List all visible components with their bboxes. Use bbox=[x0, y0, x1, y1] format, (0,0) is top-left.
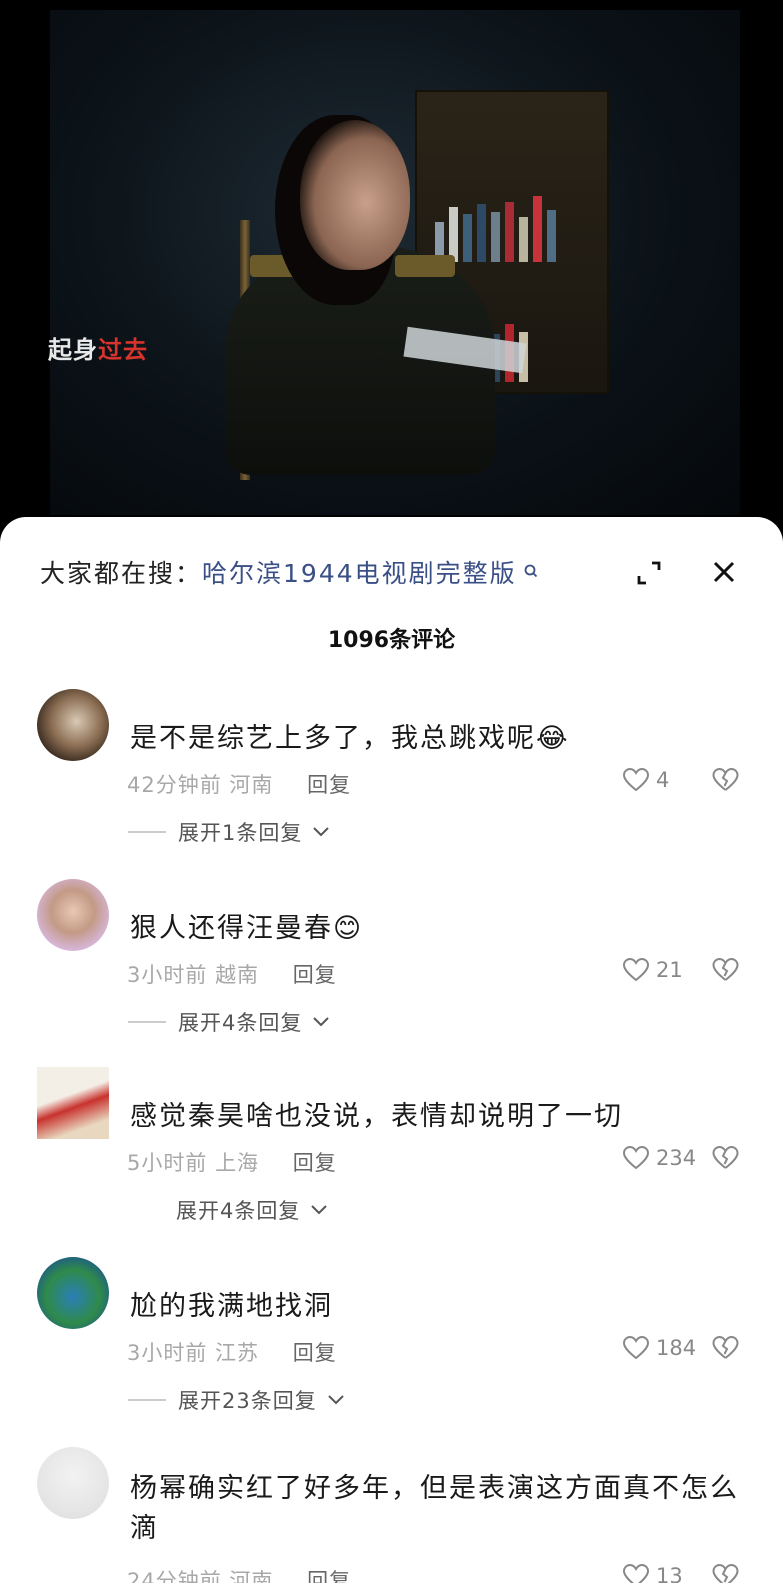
comment-item: 尬的我满地找洞 3小时前 江苏 回复 184 展开23条回复 bbox=[0, 1257, 783, 1437]
comment-text: 狠人还得汪曼春😊 bbox=[130, 913, 364, 944]
comment-meta: 3小时前 越南 回复 bbox=[127, 959, 337, 989]
broken-heart-icon[interactable] bbox=[711, 1145, 740, 1171]
reply-button[interactable]: 回复 bbox=[293, 1151, 337, 1175]
heart-icon bbox=[622, 1145, 650, 1170]
expand-replies-label: 展开1条回复 bbox=[178, 821, 303, 845]
expand-replies-label: 展开23条回复 bbox=[178, 1389, 317, 1413]
heart-icon bbox=[622, 767, 650, 792]
comment-location: 越南 bbox=[215, 963, 260, 987]
divider-line bbox=[128, 1021, 166, 1023]
fullscreen-icon[interactable] bbox=[636, 560, 662, 586]
comment-item: 杨幂确实红了好多年，但是表演这方面真不怎么滴 24分钟前 河南 回复 13 bbox=[0, 1437, 783, 1583]
comment-meta: 42分钟前 河南 回复 bbox=[127, 769, 351, 799]
comment-meta: 3小时前 江苏 回复 bbox=[127, 1337, 337, 1367]
comment-item: 感觉秦昊啥也没说，表情却说明了一切 5小时前 上海 回复 234 展开4条回复 bbox=[0, 1067, 783, 1247]
video-player[interactable]: 起身过去 bbox=[0, 0, 783, 530]
comment-text: 感觉秦昊啥也没说，表情却说明了一切 bbox=[130, 1101, 623, 1132]
comment-location: 河南 bbox=[229, 1569, 274, 1583]
search-prefix: 大家都在搜： bbox=[40, 559, 203, 588]
comment-text: 尬的我满地找洞 bbox=[130, 1291, 333, 1322]
chevron-down-icon bbox=[328, 1395, 344, 1405]
suggested-search[interactable]: 大家都在搜： 哈尔滨1944电视剧完整版 bbox=[40, 554, 539, 590]
search-suggestion-link[interactable]: 哈尔滨1944电视剧完整版 bbox=[202, 554, 517, 590]
video-subtitle: 起身过去 bbox=[48, 330, 148, 365]
comment-item: 狠人还得汪曼春😊 3小时前 越南 回复 21 展开4条回复 bbox=[0, 879, 783, 1059]
like-count: 184 bbox=[656, 1336, 697, 1360]
like-count: 234 bbox=[656, 1146, 697, 1170]
comment-location: 河南 bbox=[229, 773, 274, 797]
comment-time: 3小时前 bbox=[127, 1341, 208, 1365]
avatar[interactable] bbox=[37, 879, 109, 951]
comment-time: 24分钟前 bbox=[127, 1569, 222, 1583]
comment-text: 杨幂确实红了好多年，但是表演这方面真不怎么滴 bbox=[130, 1473, 739, 1544]
comment-item: 是不是综艺上多了，我总跳戏呢😂 42分钟前 河南 回复 4 展开1条回复 bbox=[0, 689, 783, 869]
close-icon[interactable] bbox=[710, 558, 738, 586]
subtitle-part-red: 过去 bbox=[98, 335, 148, 364]
comment-meta: 24分钟前 河南 回复 bbox=[127, 1565, 351, 1583]
avatar[interactable] bbox=[37, 1447, 109, 1519]
comment-sheet: 大家都在搜： 哈尔滨1944电视剧完整版 1096条评论 是不是综艺上多了，我总… bbox=[0, 517, 783, 1583]
expand-replies-button[interactable]: 展开4条回复 bbox=[176, 1195, 328, 1225]
avatar[interactable] bbox=[37, 1067, 109, 1139]
reply-button[interactable]: 回复 bbox=[307, 773, 351, 797]
broken-heart-icon[interactable] bbox=[711, 767, 740, 793]
expand-replies-label: 展开4条回复 bbox=[176, 1199, 301, 1223]
subtitle-part-white: 起身 bbox=[48, 335, 98, 364]
chevron-down-icon bbox=[311, 1205, 328, 1215]
comment-time: 42分钟前 bbox=[127, 773, 222, 797]
comment-text: 是不是综艺上多了，我总跳戏呢😂 bbox=[130, 723, 570, 754]
video-frame bbox=[50, 10, 740, 515]
search-icon bbox=[523, 560, 539, 584]
comment-time: 5小时前 bbox=[127, 1151, 208, 1175]
expand-replies-label: 展开4条回复 bbox=[178, 1011, 303, 1035]
expand-replies-button[interactable]: 展开23条回复 bbox=[128, 1385, 345, 1415]
divider-line bbox=[128, 831, 166, 833]
heart-icon bbox=[622, 1335, 650, 1360]
reply-button[interactable]: 回复 bbox=[293, 1341, 337, 1365]
comment-time: 3小时前 bbox=[127, 963, 208, 987]
face-shape bbox=[300, 120, 410, 270]
like-button[interactable]: 234 bbox=[622, 1145, 696, 1171]
broken-heart-icon[interactable] bbox=[711, 957, 740, 983]
expand-replies-button[interactable]: 展开4条回复 bbox=[128, 1007, 330, 1037]
broken-heart-icon[interactable] bbox=[711, 1335, 740, 1361]
like-button[interactable]: 4 bbox=[622, 767, 669, 793]
comment-count-title: 1096条评论 bbox=[327, 628, 456, 653]
like-count: 13 bbox=[656, 1564, 683, 1583]
expand-replies-button[interactable]: 展开1条回复 bbox=[128, 817, 330, 847]
chevron-down-icon bbox=[313, 1017, 330, 1027]
heart-icon bbox=[622, 957, 650, 982]
comment-location: 上海 bbox=[215, 1151, 260, 1175]
like-button[interactable]: 184 bbox=[622, 1335, 696, 1361]
like-count: 4 bbox=[656, 768, 670, 792]
comment-meta: 5小时前 上海 回复 bbox=[127, 1147, 337, 1177]
reply-button[interactable]: 回复 bbox=[293, 963, 337, 987]
like-button[interactable]: 13 bbox=[622, 1563, 683, 1583]
heart-icon bbox=[622, 1563, 650, 1583]
chevron-down-icon bbox=[313, 827, 330, 837]
avatar[interactable] bbox=[37, 1257, 109, 1329]
reply-button[interactable]: 回复 bbox=[307, 1569, 351, 1583]
avatar[interactable] bbox=[37, 689, 109, 761]
broken-heart-icon[interactable] bbox=[711, 1563, 740, 1583]
like-count: 21 bbox=[656, 958, 683, 982]
like-button[interactable]: 21 bbox=[622, 957, 683, 983]
comment-location: 江苏 bbox=[215, 1341, 260, 1365]
divider-line bbox=[128, 1399, 166, 1401]
